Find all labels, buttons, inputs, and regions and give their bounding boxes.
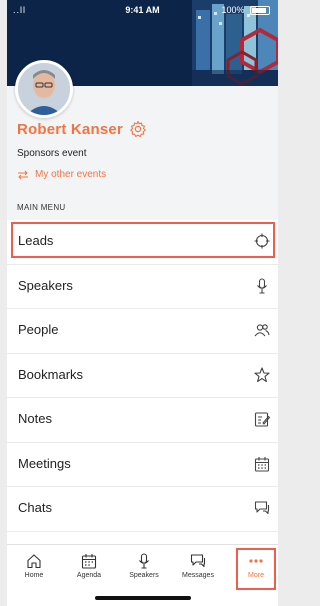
home-icon [27, 554, 41, 569]
profile-section: Robert Kanser Sponsors event My other ev… [7, 60, 278, 196]
main-menu-heading-text: MAIN MENU [17, 203, 66, 212]
menu-item-label: Chats [18, 500, 52, 515]
menu-item-meetings[interactable]: Meetings [7, 443, 278, 487]
main-menu-list: Leads Speakers People Bookmarks Notes Me… [7, 220, 278, 544]
calendar-icon [254, 456, 270, 472]
notes-icon [254, 412, 270, 427]
chat-icon [254, 501, 270, 515]
profile-name-row: Robert Kanser [17, 120, 147, 138]
profile-name: Robert Kanser [17, 120, 123, 138]
swap-arrows-icon [18, 170, 28, 179]
menu-item-chats[interactable]: Chats [7, 487, 278, 532]
tab-label: Messages [182, 572, 214, 579]
menu-item-label: Speakers [18, 277, 73, 293]
menu-item-people[interactable]: People [7, 309, 278, 354]
status-bar: ..ll 9:41 AM 100% [7, 0, 278, 18]
gear-icon[interactable] [129, 120, 147, 138]
my-other-events-label: My other events [35, 169, 107, 180]
menu-item-notes[interactable]: Notes [7, 398, 278, 443]
menu-item-speakers[interactable]: Speakers [7, 265, 278, 309]
home-indicator[interactable] [95, 596, 191, 600]
menu-item-label: Notes [18, 411, 52, 426]
star-icon [254, 366, 270, 382]
battery-status: 100% [221, 5, 270, 16]
my-other-events-link[interactable]: My other events [17, 169, 106, 180]
messages-icon [190, 554, 206, 568]
app-screen: ..ll 9:41 AM 100% Robert Kanser Sponsors… [7, 0, 278, 606]
more-highlight-frame [236, 548, 276, 590]
tab-home[interactable]: Home [9, 553, 59, 579]
calendar-icon [81, 554, 97, 569]
tab-agenda[interactable]: Agenda [64, 553, 114, 579]
battery-icon [250, 6, 270, 16]
avatar[interactable] [15, 60, 73, 118]
leads-highlight-frame [11, 222, 275, 258]
event-name: Sponsors event [17, 148, 87, 159]
microphone-icon [139, 553, 149, 569]
battery-percent: 100% [221, 5, 245, 15]
tab-label: Home [24, 572, 44, 579]
people-icon [254, 324, 270, 337]
tab-speakers[interactable]: Speakers [119, 553, 169, 579]
tab-label: Speakers [129, 572, 159, 579]
menu-item-bookmarks[interactable]: Bookmarks [7, 354, 278, 398]
avatar-photo [18, 63, 70, 115]
tab-label: Agenda [76, 572, 102, 579]
menu-item-label: People [18, 322, 59, 337]
microphone-icon [257, 277, 267, 294]
tab-messages[interactable]: Messages [173, 553, 223, 579]
menu-item-label: Meetings [18, 455, 71, 471]
main-menu-heading: MAIN MENU [7, 196, 278, 220]
menu-item-label: Bookmarks [18, 366, 84, 382]
